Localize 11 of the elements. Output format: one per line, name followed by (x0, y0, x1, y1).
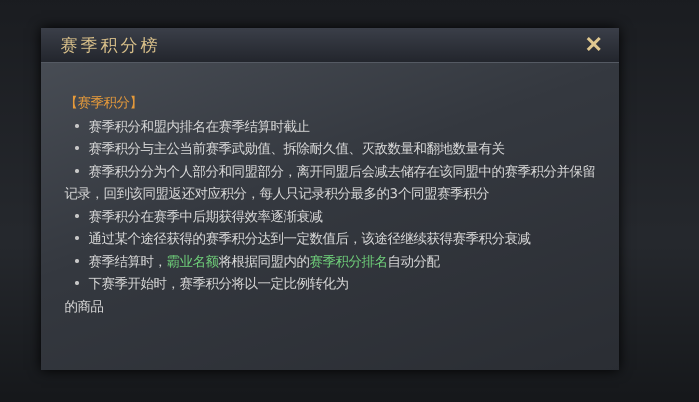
rule-text: 赛季积分和盟内排名在赛季结算时截止 (64, 116, 600, 139)
rule-text: 赛季积分在赛季中后期获得效率逐渐衰减 (64, 206, 600, 229)
close-button[interactable]: ✕ (580, 34, 606, 56)
dialog-title: 赛季积分榜 (60, 34, 160, 56)
rule-text: 通过某个途径获得的赛季积分达到一定数值后，该途径继续获得赛季积分衰减 (64, 229, 600, 252)
section-heading: 【赛季积分】 (64, 94, 144, 113)
rule-text: 赛季结算时，霸业名额将根据同盟内的赛季积分排名 自动分配 (64, 252, 600, 274)
rule-text: 的商品 (64, 298, 104, 316)
rule-text: 赛季积分分为个人部分和同盟部分，离开同盟后会减去储存在该同盟中的赛季积分并保留记录，回到该同盟返还对应积分，每人只记录积分最多的3个同盟赛季积分 (64, 164, 596, 204)
rule-text: 下赛季开始时，赛季积分将以一定比例转化为 (64, 274, 600, 296)
rule-text: 赛季积分与主公当前赛季武勋值、拆除耐久值、灭敌数量和翻地数量有关 (64, 139, 600, 162)
